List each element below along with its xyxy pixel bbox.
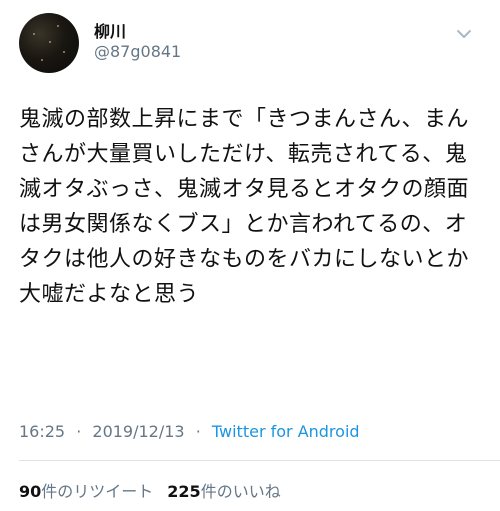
avatar-speck [57, 25, 59, 27]
avatar-speck [49, 41, 51, 43]
meta-separator: · [195, 422, 201, 441]
chevron-down-icon[interactable] [452, 22, 476, 46]
avatar-speck [41, 59, 43, 61]
avatar-speck [33, 33, 35, 35]
display-name[interactable]: 柳川 [94, 18, 126, 42]
divider [19, 460, 500, 461]
likes-label: 件のいいね [200, 482, 281, 501]
likes-count: 225 [167, 482, 201, 501]
retweets-label: 件のリツイート [41, 482, 154, 501]
avatar-speck [63, 51, 65, 53]
retweets-stat[interactable]: 90件のリツイート [19, 482, 153, 501]
avatar[interactable] [19, 13, 79, 73]
tweet-time: 16:25 [19, 422, 66, 441]
retweets-count: 90 [19, 482, 42, 501]
likes-stat[interactable]: 225件のいいね [167, 482, 280, 501]
tweet-text: 鬼滅の部数上昇にまで「きつまんさん、まんさんが大量買いしただけ、転売されてる、鬼… [19, 107, 470, 307]
tweet-meta: 16:25 · 2019/12/13 · Twitter for Android [19, 422, 360, 441]
tweet-detail: 柳川 @87g0841 鬼滅の部数上昇にまで「きつまんさん、まんさんが大量買いし… [0, 0, 500, 511]
meta-separator: · [76, 422, 82, 441]
tweet-source-link[interactable]: Twitter for Android [212, 422, 360, 441]
tweet-stats: 90件のリツイート 225件のいいね [19, 478, 281, 502]
tweet-date[interactable]: 2019/12/13 [92, 422, 184, 441]
user-handle[interactable]: @87g0841 [94, 42, 181, 61]
